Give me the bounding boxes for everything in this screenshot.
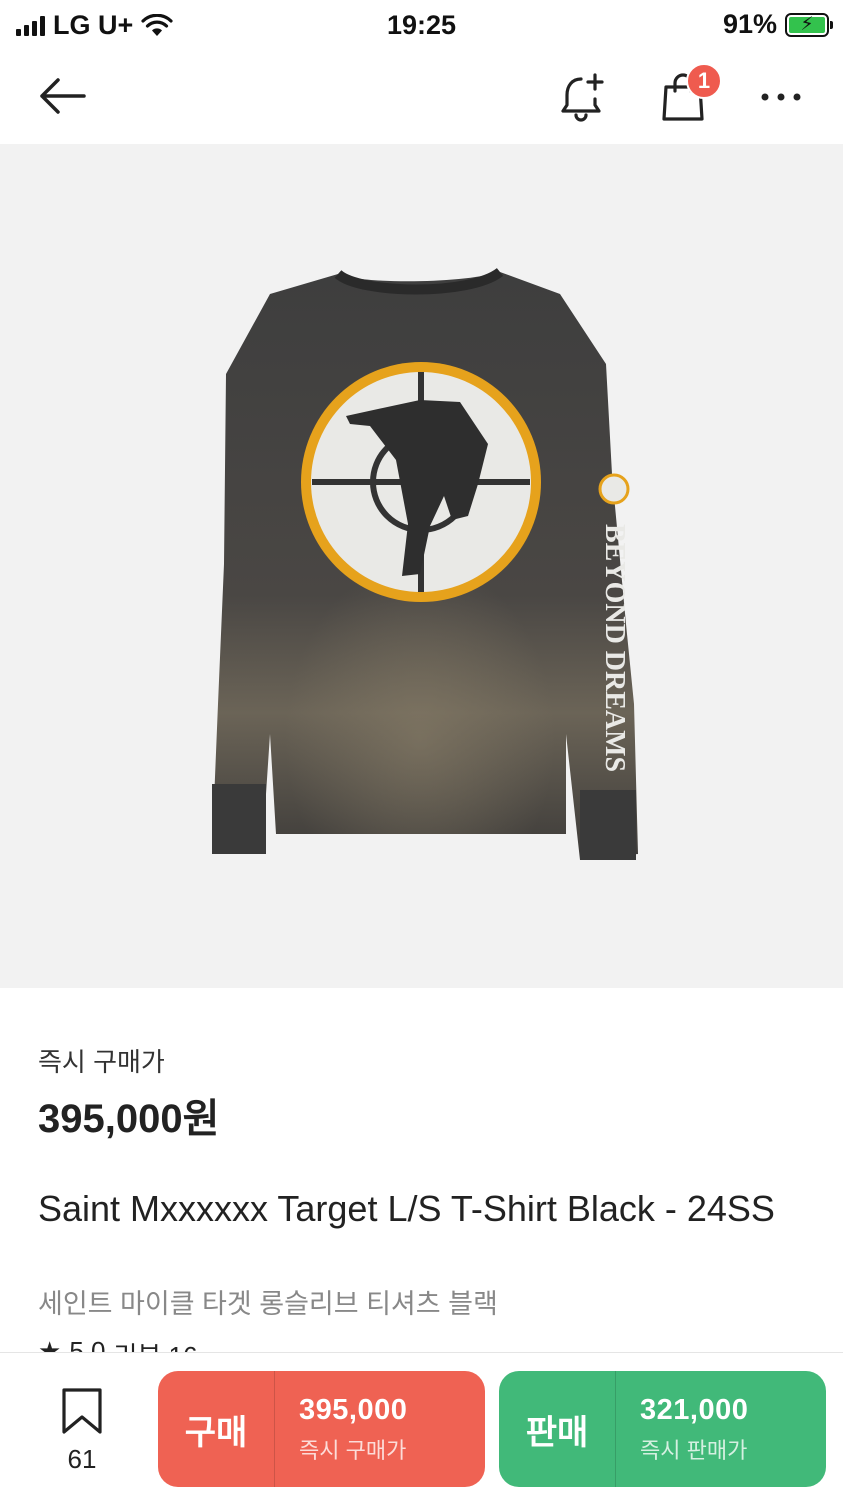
buy-button-label: 구매 [184,1413,248,1452]
product-image[interactable]: BEYOND DREAMS [0,144,843,988]
back-arrow-icon[interactable] [32,68,92,124]
bookmark-button[interactable]: 61 [44,1387,120,1474]
battery-percent: 91% [722,9,777,39]
sleeve-print-text: BEYOND DREAMS [599,524,630,772]
bookmark-icon [62,1388,102,1434]
product-shirt-graphic: BEYOND DREAMS [212,267,638,860]
status-time: 19:25 [386,10,457,40]
product-title: Saint Mxxxxxx Target L/S T-Shirt Black -… [38,1188,775,1229]
product-price: 395,000원 [38,1097,220,1141]
instant-buy-price-label: 즉시 구매가 [38,1047,165,1077]
nav-bar [0,48,843,144]
battery-icon: ⚡ [785,12,833,37]
more-icon[interactable] [752,68,810,126]
buy-button[interactable]: 구매 395,000 즉시 구매가 [158,1371,485,1487]
bell-plus-icon[interactable] [554,68,612,126]
buy-button-info: 395,000 즉시 구매가 [275,1394,407,1465]
sell-price-caption: 즉시 판매가 [640,1437,748,1463]
status-right: 91% ⚡ [722,9,833,40]
sell-button-label: 판매 [525,1413,589,1452]
sell-button-info: 321,000 즉시 판매가 [616,1394,748,1465]
buy-price-caption: 즉시 구매가 [299,1437,407,1463]
bottom-action-bar: 61 구매 395,000 즉시 구매가 판매 321,000 즉시 판매가 [0,1352,843,1500]
cart-count-badge: 1 [686,63,722,99]
product-subtitle: 세인트 마이클 타겟 롱슬리브 티셔츠 블랙 [38,1289,498,1319]
sell-price: 321,000 [640,1393,749,1426]
buy-price: 395,000 [299,1393,408,1426]
status-bar: LG U+ 19:25 91% ⚡ [0,0,843,48]
bookmark-count: 61 [67,1444,97,1474]
sell-button[interactable]: 판매 321,000 즉시 판매가 [499,1371,826,1487]
